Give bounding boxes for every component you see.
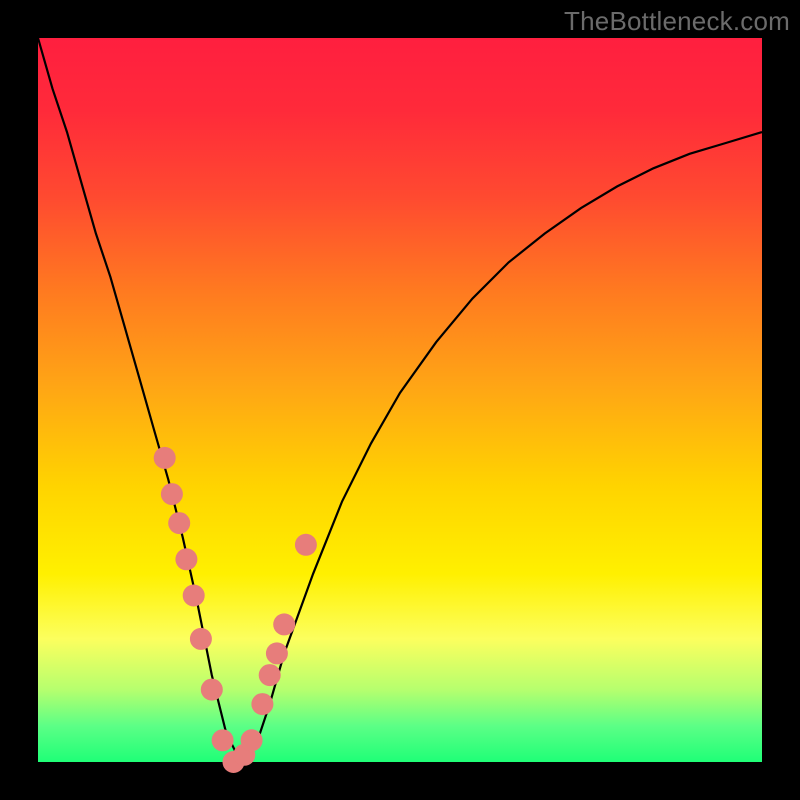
marker-group bbox=[154, 447, 317, 773]
curve-marker bbox=[273, 613, 295, 635]
curve-marker bbox=[175, 548, 197, 570]
watermark-text: TheBottleneck.com bbox=[564, 6, 790, 37]
curve-marker bbox=[212, 729, 234, 751]
chart-frame: TheBottleneck.com bbox=[0, 0, 800, 800]
curve-marker bbox=[190, 628, 212, 650]
curve-marker bbox=[259, 664, 281, 686]
curve-marker bbox=[266, 642, 288, 664]
curve-marker bbox=[201, 679, 223, 701]
curve-marker bbox=[241, 729, 263, 751]
curve-layer bbox=[38, 38, 762, 762]
curve-marker bbox=[183, 585, 205, 607]
curve-marker bbox=[154, 447, 176, 469]
bottleneck-curve bbox=[38, 38, 762, 762]
curve-marker bbox=[295, 534, 317, 556]
curve-marker bbox=[161, 483, 183, 505]
plot-area bbox=[38, 38, 762, 762]
curve-marker bbox=[251, 693, 273, 715]
curve-marker bbox=[168, 512, 190, 534]
